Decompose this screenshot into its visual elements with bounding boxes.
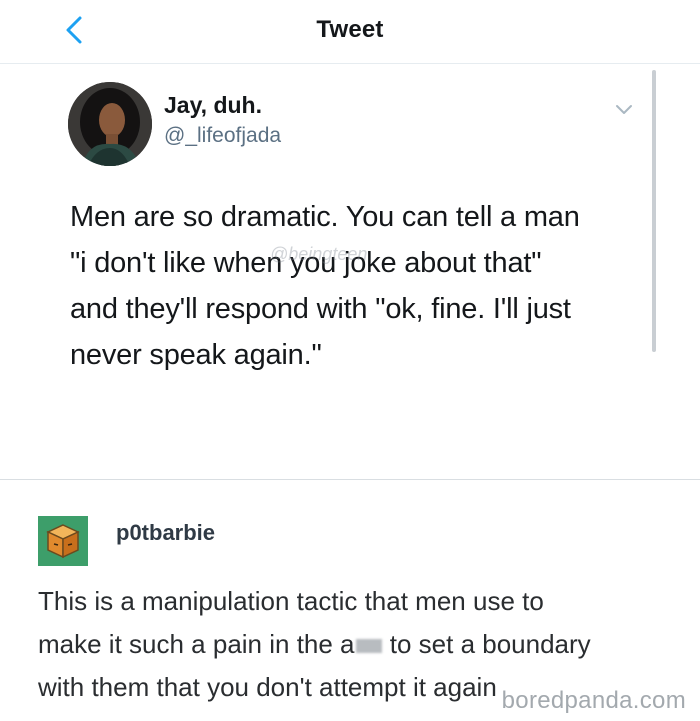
scrollbar[interactable] bbox=[652, 70, 656, 352]
site-watermark: boredpanda.com bbox=[501, 687, 686, 714]
reply-post: p0tbarbie This is a manipulation tactic … bbox=[0, 480, 700, 721]
reply-text-segment: make it such a pain in the a bbox=[38, 629, 355, 659]
reply-text-line: make it such a pain in the a to set a bo… bbox=[38, 623, 678, 666]
tweet-menu-button[interactable] bbox=[612, 100, 636, 120]
tweet-text-line: and they'll respond with "ok, fine. I'll… bbox=[70, 293, 571, 325]
tweet-text-line: never speak again." bbox=[70, 339, 322, 371]
avatar[interactable] bbox=[68, 82, 152, 166]
chevron-down-icon bbox=[616, 105, 632, 114]
tweet-text: Men are so dramatic. You can tell a man … bbox=[70, 194, 640, 378]
censor-bar bbox=[355, 639, 382, 654]
tweet-card: Jay, duh. @_lifeofjada Men are so dramat… bbox=[0, 64, 700, 480]
display-name[interactable]: Jay, duh. bbox=[164, 92, 262, 119]
tweet-header: Tweet bbox=[0, 0, 700, 64]
reply-text-line: This is a manipulation tactic that men u… bbox=[38, 586, 544, 616]
reply-avatar[interactable] bbox=[38, 516, 88, 566]
tweet-text-line: "i don't like when you joke about that" bbox=[70, 247, 542, 279]
page-title: Tweet bbox=[316, 16, 384, 43]
cube-icon bbox=[46, 524, 80, 559]
user-handle[interactable]: @_lifeofjada bbox=[164, 124, 281, 148]
tweet-text-line: Men are so dramatic. You can tell a man bbox=[70, 201, 580, 233]
reply-text-segment: to set a boundary bbox=[382, 629, 591, 659]
reply-username[interactable]: p0tbarbie bbox=[116, 520, 215, 546]
screenshot-page: Tweet Jay, duh. @_lifeofjada Men are so … bbox=[0, 0, 700, 721]
